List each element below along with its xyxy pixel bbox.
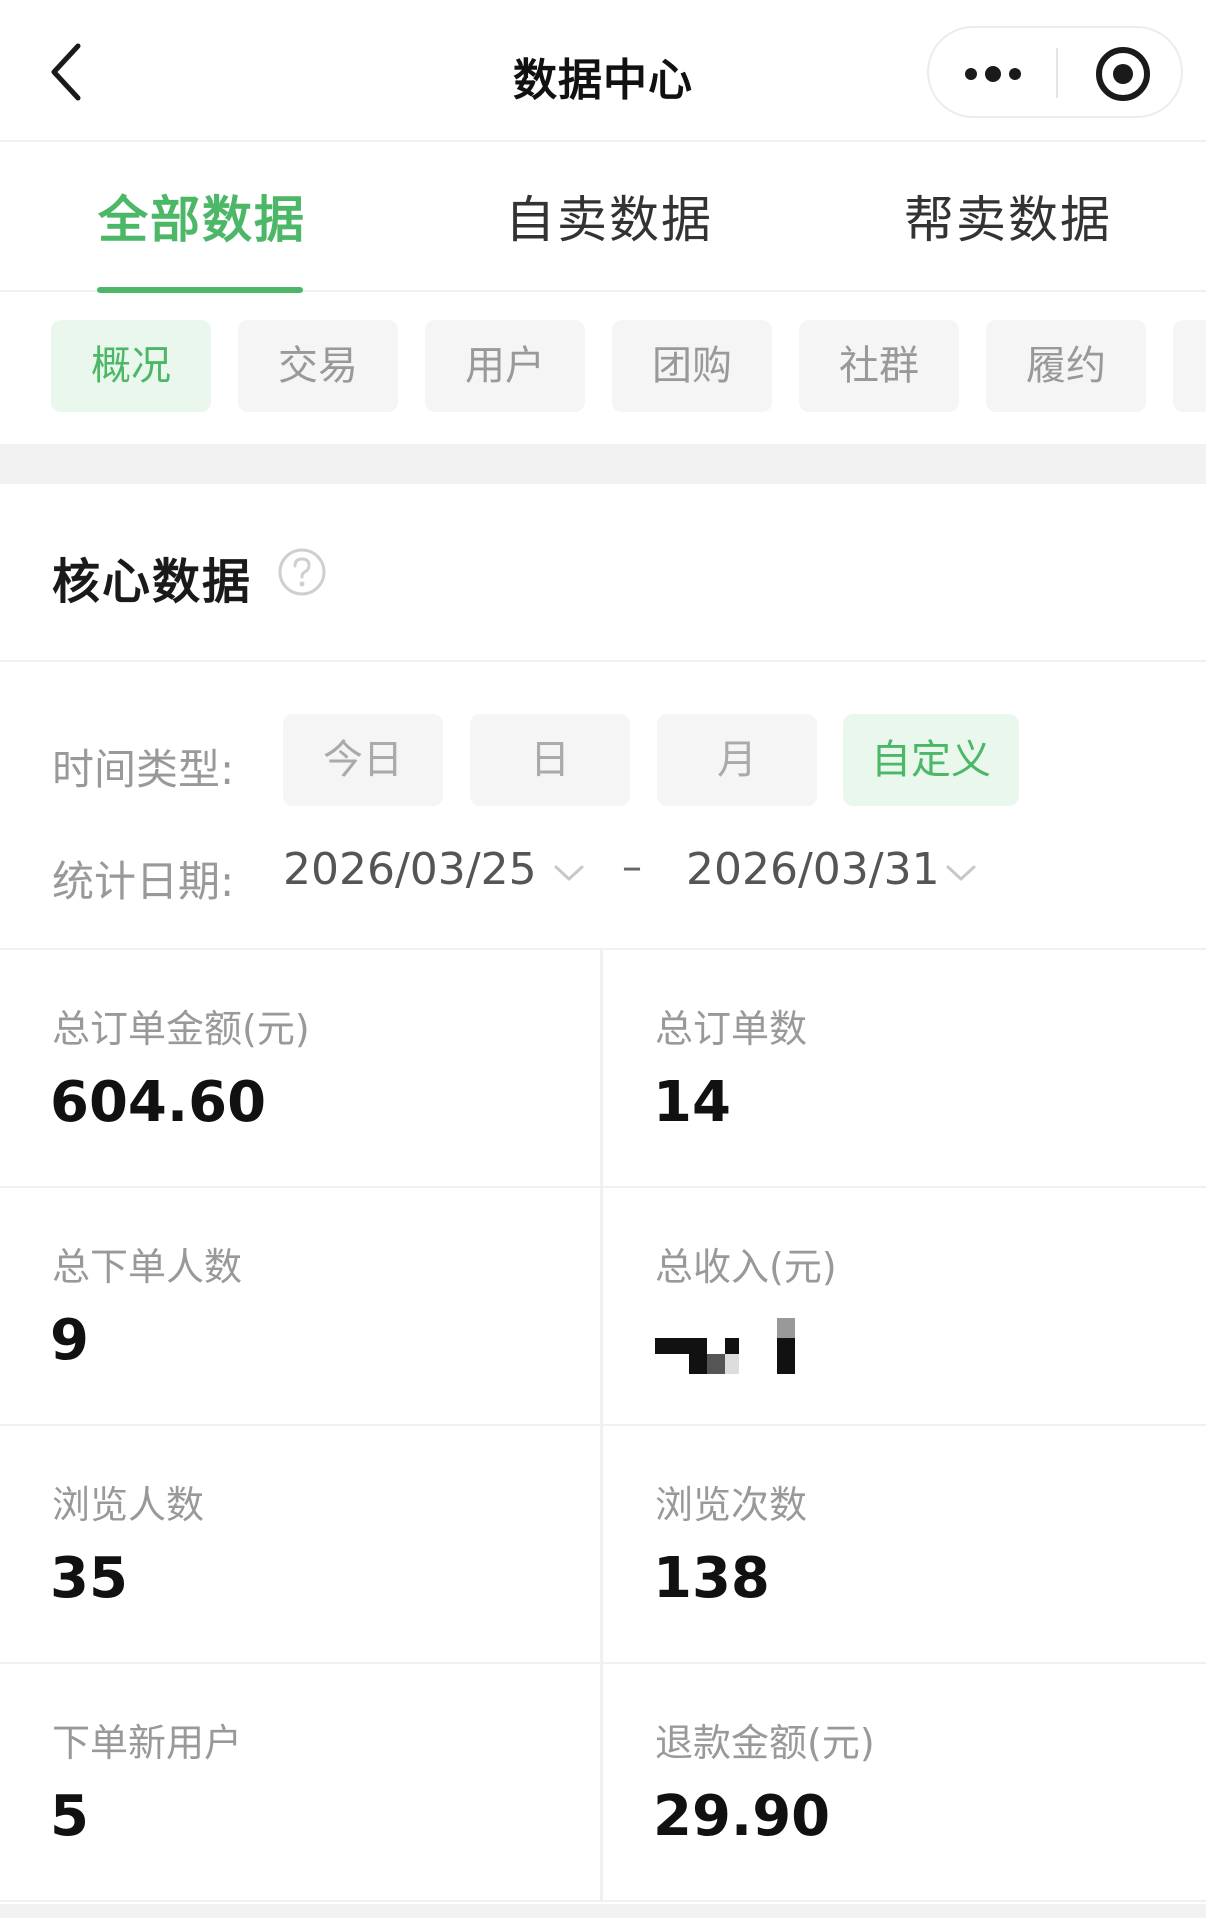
metric-label: 总订单金额(元)	[52, 1007, 310, 1051]
subtab-overview[interactable]: 概况	[51, 320, 211, 412]
time-option-day[interactable]: 日	[470, 714, 630, 806]
metric-value: 14	[653, 1070, 731, 1135]
section-title: 核心数据	[52, 554, 253, 610]
metric-value: 35	[50, 1546, 128, 1611]
metric-label: 浏览次数	[655, 1483, 808, 1527]
metric-value: 9	[50, 1308, 89, 1373]
time-option-custom[interactable]: 自定义	[843, 714, 1019, 806]
tab-all-data[interactable]: 全部数据	[98, 180, 306, 252]
subtab-trade[interactable]: 交易	[238, 320, 398, 412]
metric-value: 5	[50, 1784, 89, 1849]
metric-label: 浏览人数	[52, 1483, 205, 1527]
mini-program-capsule	[927, 26, 1183, 118]
chevron-down-icon[interactable]	[944, 862, 978, 884]
capsule-divider	[1056, 48, 1058, 98]
metric-label: 下单新用户	[52, 1721, 243, 1765]
metric-value: 604.60	[50, 1070, 267, 1135]
metric-refund-amount: 退款金额(元) 29.90	[600, 1664, 1206, 1902]
core-data-header: 核心数据	[0, 484, 1206, 662]
main-tabs: 全部数据 自卖数据 帮卖数据	[0, 142, 1206, 293]
date-separator: –	[622, 844, 642, 890]
start-date-picker[interactable]: 2026/03/25	[283, 844, 537, 895]
metric-total-buyers: 总下单人数 9	[0, 1188, 600, 1426]
bottom-band	[0, 1904, 1206, 1918]
metric-total-order-amount: 总订单金额(元) 604.60	[0, 950, 600, 1188]
close-target-button[interactable]	[1093, 44, 1153, 104]
metric-label: 总收入(元)	[655, 1245, 837, 1289]
metric-label: 退款金额(元)	[655, 1721, 875, 1765]
date-label: 统计日期:	[52, 857, 235, 906]
metric-page-views: 浏览次数 138	[600, 1426, 1206, 1664]
more-dots-icon	[965, 66, 1021, 82]
tab-help-sell-data[interactable]: 帮卖数据	[904, 180, 1112, 252]
tab-self-sell-data[interactable]: 自卖数据	[505, 180, 713, 252]
help-button[interactable]	[276, 546, 328, 598]
record-target-icon	[1096, 47, 1150, 101]
subtab-more-partial[interactable]	[1173, 320, 1206, 412]
metric-label: 总订单数	[655, 1007, 808, 1051]
subtab-users[interactable]: 用户	[425, 320, 585, 412]
metric-value: 29.90	[653, 1784, 831, 1849]
metric-total-orders: 总订单数 14	[600, 950, 1206, 1188]
question-circle-icon	[278, 548, 326, 596]
more-button[interactable]	[961, 52, 1025, 96]
metric-new-buyers: 下单新用户 5	[0, 1664, 600, 1902]
time-option-today[interactable]: 今日	[283, 714, 443, 806]
subtab-fulfillment[interactable]: 履约	[986, 320, 1146, 412]
section-divider	[0, 444, 1206, 484]
time-option-month[interactable]: 月	[657, 714, 817, 806]
metric-total-income: 总收入(元)	[600, 1188, 1206, 1426]
end-date-picker[interactable]: 2026/03/31	[686, 844, 940, 895]
metric-unique-visitors: 浏览人数 35	[0, 1426, 600, 1664]
metric-value: 138	[653, 1546, 770, 1611]
pixelated-value	[655, 1318, 805, 1378]
metric-label: 总下单人数	[52, 1245, 243, 1289]
subtab-community[interactable]: 社群	[799, 320, 959, 412]
metrics-grid: 总订单金额(元) 604.60 总订单数 14 总下单人数 9 总收入(元) 浏…	[0, 948, 1206, 1920]
time-type-label: 时间类型:	[52, 745, 235, 794]
subtab-group-buy[interactable]: 团购	[612, 320, 772, 412]
sub-tabs: 概况 交易 用户 团购 社群 履约	[0, 292, 1206, 444]
navbar: 数据中心	[0, 0, 1206, 142]
chevron-down-icon[interactable]	[552, 862, 586, 884]
